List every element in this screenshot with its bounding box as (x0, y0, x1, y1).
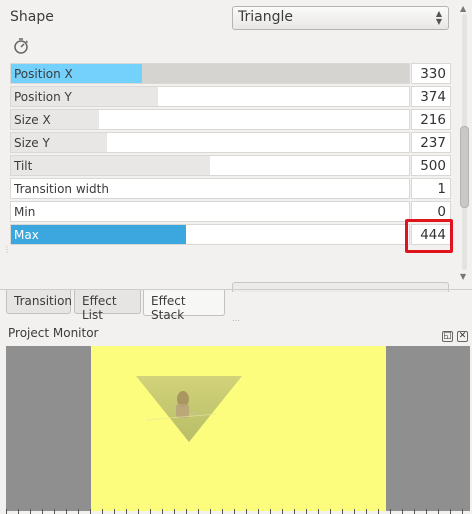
stopwatch-icon[interactable] (12, 37, 30, 55)
tab-label: Effect Stack (151, 294, 186, 322)
float-icon[interactable]: ◱ (442, 331, 453, 342)
param-row-transition-width[interactable]: Transition width 1 (10, 178, 451, 199)
param-row-position-y[interactable]: Position Y 374 (10, 86, 451, 107)
shape-dropdown[interactable]: Triangle ▲ ▼ (232, 6, 449, 30)
monitor-title: Project Monitor (8, 326, 99, 340)
param-label: Min (14, 205, 36, 219)
scroll-up-icon[interactable]: ▲ (460, 4, 466, 13)
grip-icon: ⋮ (3, 245, 11, 254)
param-label: Tilt (14, 159, 33, 173)
size-y-slider[interactable]: Size Y (10, 132, 410, 153)
tab-transition[interactable]: Transition (6, 290, 73, 314)
triangle-wipe-preview (136, 376, 242, 442)
param-label: Position X (14, 67, 73, 81)
tab-label: Effect List (82, 294, 117, 322)
shape-label: Shape (10, 9, 54, 25)
param-row-max[interactable]: Max 444 (10, 224, 451, 245)
monitor-window-buttons: ◱ ✕ (438, 327, 468, 342)
tilt-slider[interactable]: Tilt (10, 155, 410, 176)
slider-fill (11, 156, 210, 175)
param-label: Size Y (14, 136, 50, 150)
size-x-spinbox[interactable]: 216 (411, 109, 451, 130)
splitter-handle[interactable]: ⋯ (232, 316, 240, 325)
param-row-min[interactable]: Min 0 (10, 201, 451, 222)
max-slider[interactable]: Max (10, 224, 410, 245)
tab-effect-list[interactable]: Effect List (74, 290, 141, 322)
vertical-scrollbar[interactable]: ▲ ▼ (458, 4, 470, 282)
tab-effect-stack[interactable]: Effect Stack (143, 290, 225, 322)
dock-tab-bar: Transition Effect List Effect Stack (0, 289, 472, 322)
param-row-size-x[interactable]: Size X 216 (10, 109, 451, 130)
param-label: Max (14, 228, 39, 242)
transition-width-spinbox[interactable]: 1 (411, 178, 451, 199)
tab-label: Transition (14, 294, 73, 308)
highlight-annotation (405, 219, 453, 253)
position-y-slider[interactable]: Position Y (10, 86, 410, 107)
shape-dropdown-value: Triangle (238, 9, 293, 25)
param-label: Transition width (14, 182, 109, 196)
position-x-slider[interactable]: Position X (10, 63, 410, 84)
min-slider[interactable]: Min (10, 201, 410, 222)
tilt-spinbox[interactable]: 500 (411, 155, 451, 176)
dropdown-arrows-icon: ▲ ▼ (435, 9, 442, 26)
param-row-size-y[interactable]: Size Y 237 (10, 132, 451, 153)
param-row-tilt[interactable]: Tilt 500 (10, 155, 451, 176)
param-label: Size X (14, 113, 51, 127)
effect-settings-panel: Shape Triangle ▲ ▼ Position X 330 Positio… (0, 0, 472, 292)
size-x-slider[interactable]: Size X (10, 109, 410, 130)
param-label: Position Y (14, 90, 72, 104)
project-monitor-view[interactable] (6, 346, 470, 511)
position-x-spinbox[interactable]: 330 (411, 63, 451, 84)
close-icon[interactable]: ✕ (457, 331, 468, 342)
video-frame (91, 346, 386, 511)
scrollbar-thumb[interactable] (460, 126, 469, 208)
position-y-spinbox[interactable]: 374 (411, 86, 451, 107)
scroll-down-icon[interactable]: ▼ (460, 272, 466, 281)
timeline-ruler[interactable] (6, 509, 470, 514)
param-row-position-x[interactable]: Position X 330 (10, 63, 451, 84)
transition-width-slider[interactable]: Transition width (10, 178, 410, 199)
size-y-spinbox[interactable]: 237 (411, 132, 451, 153)
